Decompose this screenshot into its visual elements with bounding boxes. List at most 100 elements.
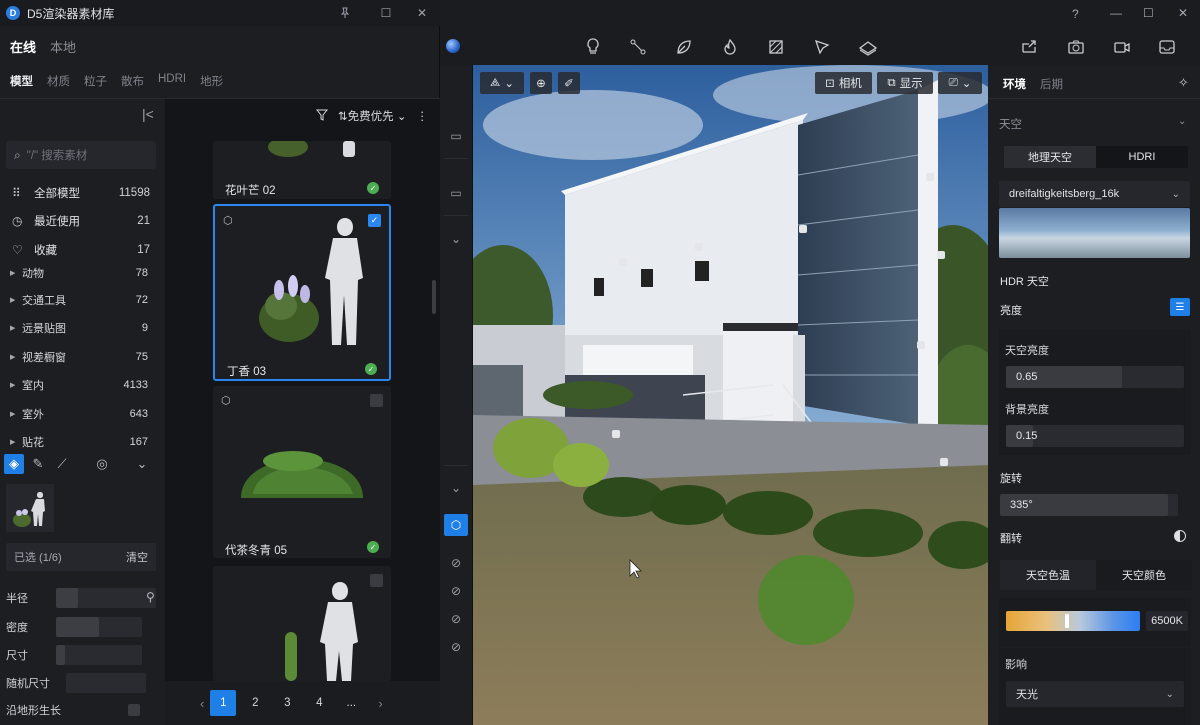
hidden-eye-icon[interactable]: ⊘: [444, 552, 468, 574]
tab-environment[interactable]: 环境: [1003, 76, 1026, 92]
path-tool-icon[interactable]: ⟋: [52, 454, 72, 474]
subcategory-vehicles[interactable]: ▶ 交通工具 72: [10, 291, 148, 309]
globe-button[interactable]: ⊕: [530, 72, 552, 94]
camera-icon[interactable]: [1065, 36, 1087, 58]
flame-icon[interactable]: [719, 36, 741, 58]
asset-card[interactable]: [213, 566, 391, 681]
close-icon[interactable]: ✕: [413, 4, 431, 22]
subcategory-distant-maps[interactable]: ▶ 远景贴图 9: [10, 319, 148, 337]
pen-tool-icon[interactable]: ✎: [28, 454, 48, 474]
sky-mode-hdri[interactable]: HDRI: [1096, 146, 1188, 168]
tab-hdri[interactable]: HDRI: [158, 73, 186, 89]
follow-terrain-checkbox[interactable]: [128, 704, 140, 716]
hidden-eye-icon[interactable]: ⊘: [444, 580, 468, 602]
hidden-eye-icon[interactable]: ⊘: [444, 608, 468, 630]
display-button[interactable]: ⧉ 显示: [877, 72, 933, 94]
page-3[interactable]: 3: [274, 690, 300, 716]
asset-card[interactable]: ⬡ 代茶冬青 05 ✓: [213, 386, 391, 558]
tab-post[interactable]: 后期: [1040, 76, 1063, 92]
sky-color-tab[interactable]: 天空颜色: [1096, 560, 1192, 590]
page-2[interactable]: 2: [242, 690, 268, 716]
page-1[interactable]: 1: [210, 690, 237, 716]
d5-logo-icon[interactable]: [446, 39, 460, 53]
tab-terrain[interactable]: 地形: [200, 73, 223, 89]
bg-brightness-slider[interactable]: 0.15: [1006, 425, 1184, 447]
inbox-icon[interactable]: [1156, 36, 1178, 58]
pin-icon[interactable]: [336, 4, 354, 22]
subcategory-animals[interactable]: ▶ 动物 78: [10, 264, 148, 282]
search-input[interactable]: ⌕ "/" 搜索素材: [6, 141, 156, 169]
minimize-icon[interactable]: —: [1110, 6, 1122, 20]
flip-toggle-icon[interactable]: [1174, 530, 1186, 542]
help-icon[interactable]: ?: [1072, 7, 1079, 21]
sparkle-icon[interactable]: ✧: [1178, 75, 1189, 91]
terrain-icon[interactable]: [857, 36, 879, 58]
adjust-sliders-icon[interactable]: ☰: [1170, 298, 1190, 316]
hdri-select[interactable]: dreifaltigkeitsberg_16k ⌄: [999, 181, 1190, 207]
chevron-down-icon[interactable]: ⌄: [1178, 116, 1186, 127]
maximize-icon[interactable]: ☐: [1143, 6, 1154, 20]
brush-tool-icon[interactable]: ◈: [4, 454, 24, 474]
subcategory-parallax-windows[interactable]: ▶ 视差橱窗 75: [10, 348, 148, 366]
scrollbar[interactable]: [432, 280, 436, 314]
video-clip-icon[interactable]: ▭: [444, 182, 468, 204]
asset-card-selected[interactable]: ⬡ ✓ 丁香 03 ✓: [213, 204, 391, 381]
video-icon[interactable]: [1111, 36, 1133, 58]
tab-scatter[interactable]: 散布: [121, 73, 144, 89]
tab-local[interactable]: 本地: [50, 37, 76, 56]
material-icon[interactable]: [765, 36, 787, 58]
subcategory-indoor[interactable]: ▶ 室内 4133: [10, 376, 148, 394]
category-favorites[interactable]: ♡ 收藏 17: [12, 240, 150, 260]
asset-card[interactable]: 花叶芒 02 ✓: [213, 141, 391, 199]
temperature-value[interactable]: 6500K: [1146, 611, 1188, 631]
category-recent[interactable]: ◷ 最近使用 21: [12, 211, 150, 231]
target-icon[interactable]: ◎: [92, 454, 112, 474]
video-clip-icon[interactable]: ▭: [444, 125, 468, 147]
filter-icon[interactable]: [315, 109, 329, 124]
path-tool-icon[interactable]: [627, 36, 649, 58]
page-4[interactable]: 4: [306, 690, 332, 716]
pen-select-icon[interactable]: [811, 36, 833, 58]
subcategory-outdoor[interactable]: ▶ 室外 643: [10, 405, 148, 423]
page-ellipsis[interactable]: ...: [338, 690, 364, 716]
collapse-sidebar-icon[interactable]: |<: [142, 106, 154, 122]
hdri-preview[interactable]: [999, 208, 1190, 258]
transform-tool-button[interactable]: ⟁ ⌄: [480, 72, 524, 94]
eyedropper-button[interactable]: ✐: [558, 72, 580, 94]
tab-online[interactable]: 在线: [10, 37, 36, 56]
sort-dropdown[interactable]: ⇅免费优先 ⌄: [338, 108, 406, 124]
next-page-icon[interactable]: ›: [378, 696, 382, 711]
tab-materials[interactable]: 材质: [47, 73, 70, 89]
tab-models[interactable]: 模型: [10, 73, 33, 89]
random-size-slider[interactable]: [66, 673, 146, 693]
category-all-models[interactable]: ⠿ 全部模型 11598: [12, 183, 150, 203]
color-temperature-slider[interactable]: [1006, 611, 1140, 631]
sky-mode-geographic[interactable]: 地理天空: [1004, 146, 1096, 168]
tab-particles[interactable]: 粒子: [84, 73, 107, 89]
sky-temp-tab[interactable]: 天空色温: [1000, 560, 1096, 590]
chevron-down-icon[interactable]: ⌄: [132, 454, 152, 474]
maximize-icon[interactable]: ☐: [377, 4, 395, 22]
view-mode-button[interactable]: ⎚ ⌄: [938, 72, 982, 94]
light-bulb-icon[interactable]: [582, 36, 604, 58]
render-viewport[interactable]: [473, 65, 988, 725]
size-slider[interactable]: [56, 645, 142, 665]
eyedropper-icon[interactable]: ⚲: [146, 590, 155, 604]
hidden-eye-icon[interactable]: ⊘: [444, 636, 468, 658]
clear-button[interactable]: 清空: [126, 549, 148, 565]
collapse-down-icon[interactable]: ⌄: [444, 228, 468, 250]
camera-button[interactable]: ⊡ 相机: [815, 72, 872, 94]
rotation-slider[interactable]: 335°: [1000, 494, 1178, 516]
density-slider[interactable]: [56, 617, 142, 637]
sky-brightness-slider[interactable]: 0.65: [1006, 366, 1184, 388]
prev-page-icon[interactable]: ‹: [200, 696, 204, 711]
radius-slider[interactable]: [56, 588, 156, 608]
more-icon[interactable]: ⋮: [417, 109, 429, 123]
subcategory-decals[interactable]: ▶ 贴花 167: [10, 433, 148, 451]
slider-knob[interactable]: [1064, 614, 1069, 628]
leaf-icon[interactable]: [673, 36, 695, 58]
selected-asset-thumbnail[interactable]: [6, 484, 54, 532]
influence-select[interactable]: 天光 ⌄: [1006, 681, 1184, 707]
export-image-icon[interactable]: [1018, 36, 1040, 58]
collapse-down-icon[interactable]: ⌄: [444, 477, 468, 499]
